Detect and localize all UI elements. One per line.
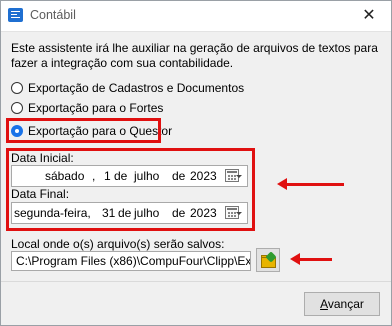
footer-separator: [1, 281, 391, 282]
title-bar: Contábil ✕: [1, 1, 391, 32]
red-arrow-dates: [286, 183, 344, 186]
intro-text: Este assistente irá lhe auxiliar na gera…: [11, 41, 378, 70]
radio-export-cadastros[interactable]: Exportação de Cadastros e Documentos: [11, 79, 244, 97]
radio-label: Exportação de Cadastros e Documentos: [28, 81, 245, 95]
highlight-box-questor: [6, 118, 161, 143]
red-arrowhead-folder: [290, 253, 300, 265]
highlight-box-dates: [6, 148, 255, 231]
next-button-mnemonic: A: [320, 297, 328, 311]
save-location-label: Local onde o(s) arquivo(s) serão salvos:: [11, 237, 225, 251]
close-icon[interactable]: ✕: [347, 1, 391, 31]
save-path-input[interactable]: C:\Program Files (x86)\CompuFour\Clipp\E…: [11, 251, 251, 271]
browse-folder-button[interactable]: [256, 248, 280, 272]
app-icon: [8, 8, 23, 22]
next-button-label: vançar: [327, 297, 364, 311]
dialog-window: Contábil ✕ Este assistente irá lhe auxil…: [0, 0, 392, 326]
red-arrowhead-dates: [277, 178, 287, 190]
radio-label: Exportação para o Fortes: [28, 101, 164, 115]
window-title: Contábil: [30, 8, 76, 22]
red-arrow-folder: [299, 258, 332, 261]
next-button[interactable]: Avançar: [304, 292, 380, 316]
radio-button[interactable]: [11, 102, 23, 114]
radio-button[interactable]: [11, 82, 23, 94]
radio-export-fortes[interactable]: Exportação para o Fortes: [11, 99, 163, 117]
